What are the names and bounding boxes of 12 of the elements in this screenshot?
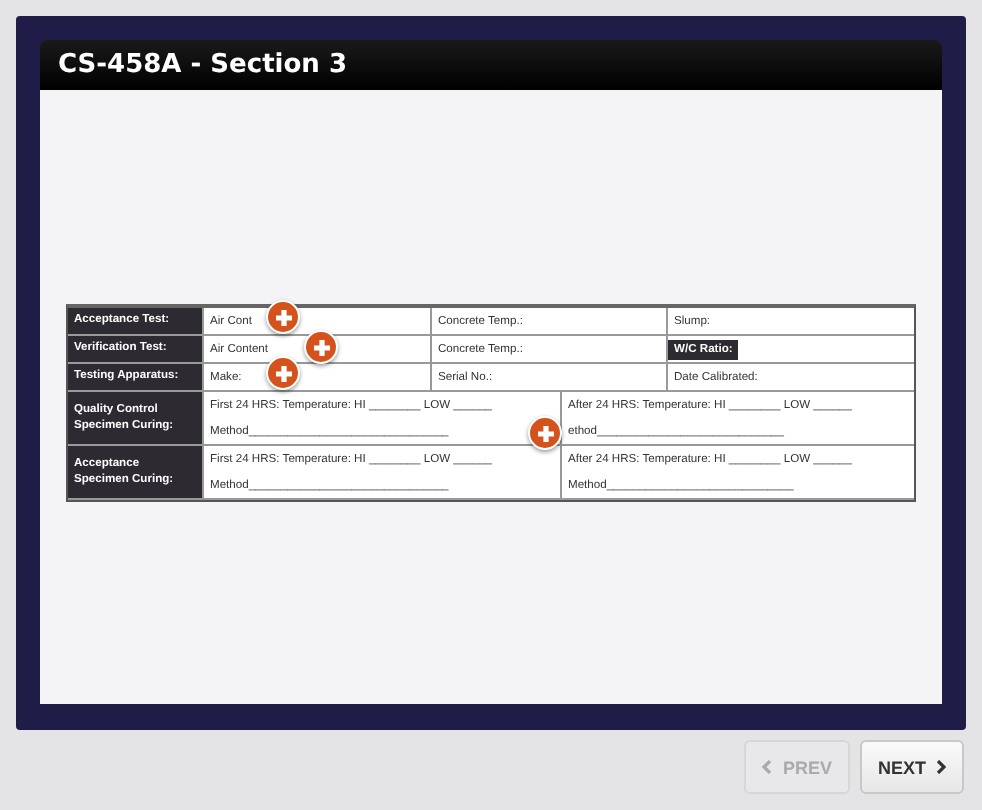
- plus-icon: [311, 337, 331, 357]
- plus-icon: [535, 423, 555, 443]
- window-title: CS-458A - Section 3: [58, 50, 347, 80]
- next-button[interactable]: NEXT: [859, 740, 964, 794]
- chevron-right-icon: [936, 760, 946, 774]
- plus-icon: [273, 363, 293, 383]
- chevron-left-icon: [762, 760, 773, 774]
- plus-hotspot-button[interactable]: [266, 356, 300, 390]
- plus-hotspot-button[interactable]: [266, 300, 300, 334]
- plus-icon: [273, 307, 293, 327]
- plus-hotspot-button[interactable]: [528, 416, 562, 450]
- plus-hotspot-button[interactable]: [304, 330, 338, 364]
